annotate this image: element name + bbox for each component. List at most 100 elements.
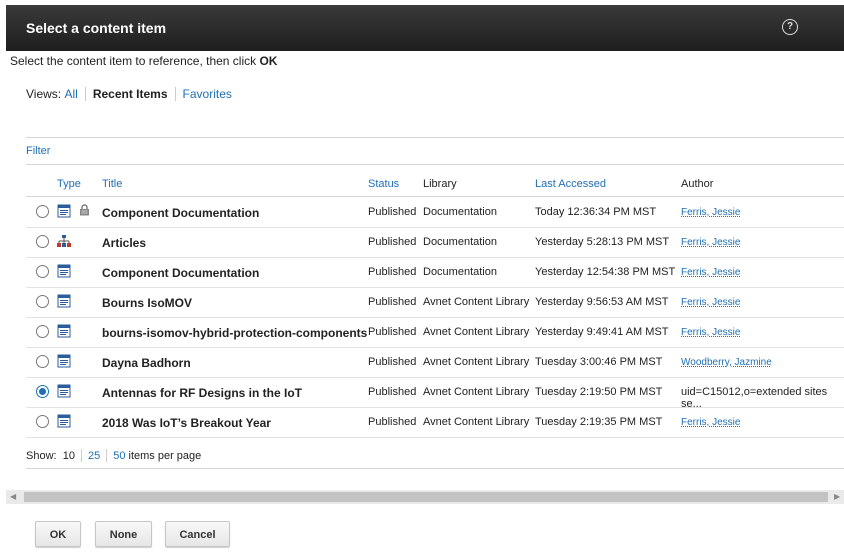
paging-option-25[interactable]: 25 bbox=[88, 450, 100, 462]
row-status: Published bbox=[368, 266, 417, 278]
row-library: Documentation bbox=[423, 266, 497, 278]
dialog-title: Select a content item bbox=[26, 20, 167, 36]
row-radio-button[interactable] bbox=[36, 385, 49, 398]
document-icon bbox=[57, 384, 71, 398]
table-row[interactable]: 2018 Was IoT’s Breakout Year Published Avn… bbox=[26, 407, 844, 438]
site-area-icon bbox=[57, 234, 71, 248]
row-status: Published bbox=[368, 296, 417, 308]
filter-link[interactable]: Filter bbox=[26, 145, 50, 157]
row-radio-button[interactable] bbox=[36, 205, 49, 218]
row-last-accessed: Tuesday 3:00:46 PM MST bbox=[535, 356, 663, 368]
row-last-accessed: Yesterday 5:28:13 PM MST bbox=[535, 236, 670, 248]
row-status: Published bbox=[368, 326, 417, 338]
row-radio-button[interactable] bbox=[36, 235, 49, 248]
none-button[interactable]: None bbox=[95, 521, 152, 547]
column-header-library: Library bbox=[423, 178, 457, 190]
paging-option-50[interactable]: 50 bbox=[113, 450, 125, 462]
view-all-link[interactable]: All bbox=[64, 87, 77, 101]
paging-suffix: items per page bbox=[128, 449, 202, 462]
paging-divider bbox=[80, 449, 82, 462]
column-header-author: Author bbox=[681, 178, 714, 190]
ok-button[interactable]: OK bbox=[35, 521, 81, 547]
row-library: Avnet Content Library bbox=[423, 416, 530, 428]
paging-bar: Show: 10 25 50 items per page bbox=[26, 449, 201, 462]
row-library: Avnet Content Library bbox=[423, 296, 530, 308]
horizontal-scrollbar[interactable]: ◀ ▶ bbox=[6, 490, 844, 504]
row-author-link[interactable]: Woodberry, Jazmine bbox=[681, 357, 772, 368]
row-author-link[interactable]: Ferris, Jessie bbox=[681, 327, 740, 338]
view-recent-items[interactable]: Recent Items bbox=[93, 87, 168, 101]
row-library: Documentation bbox=[423, 236, 497, 248]
row-status: Published bbox=[368, 416, 417, 428]
table-row[interactable]: Component Documentation Published Document… bbox=[26, 257, 844, 288]
document-icon bbox=[57, 354, 71, 368]
divider bbox=[26, 468, 844, 469]
document-icon bbox=[57, 204, 71, 218]
instructions: Select the content item to reference, th… bbox=[10, 54, 277, 68]
scrollbar-thumb[interactable] bbox=[24, 492, 828, 502]
row-author-link[interactable]: Ferris, Jessie bbox=[681, 417, 740, 428]
scroll-left-icon[interactable]: ◀ bbox=[10, 492, 16, 501]
row-status: Published bbox=[368, 356, 417, 368]
document-icon bbox=[57, 414, 71, 428]
document-icon bbox=[57, 324, 71, 338]
row-last-accessed: Yesterday 9:49:41 AM MST bbox=[535, 326, 669, 338]
row-library: Avnet Content Library bbox=[423, 326, 530, 338]
table-row[interactable]: bourns-isomov-hybrid-protection-componen… bbox=[26, 317, 844, 348]
row-status: Published bbox=[368, 386, 417, 398]
views-divider bbox=[174, 87, 176, 101]
views-bar: Views: All Recent Items Favorites bbox=[26, 87, 232, 101]
row-status: Published bbox=[368, 236, 417, 248]
column-header-status[interactable]: Status bbox=[368, 178, 399, 190]
row-title: bourns-isomov-hybrid-protection-componen… bbox=[102, 326, 368, 340]
row-title: Articles bbox=[102, 236, 147, 250]
view-favorites-link[interactable]: Favorites bbox=[183, 87, 232, 101]
row-status: Published bbox=[368, 206, 417, 218]
help-icon[interactable]: ? bbox=[782, 19, 798, 35]
row-last-accessed: Yesterday 9:56:53 AM MST bbox=[535, 296, 669, 308]
row-radio-button[interactable] bbox=[36, 325, 49, 338]
column-header-title[interactable]: Title bbox=[102, 178, 122, 190]
table-row[interactable]: Antennas for RF Designs in the IoT Publis… bbox=[26, 377, 844, 410]
row-title: 2018 Was IoT’s Breakout Year bbox=[102, 416, 271, 430]
row-last-accessed: Tuesday 2:19:50 PM MST bbox=[535, 386, 663, 398]
scroll-right-icon[interactable]: ▶ bbox=[834, 492, 840, 501]
row-title: Bourns IsoMOV bbox=[102, 296, 193, 310]
row-title: Dayna Badhorn bbox=[102, 356, 191, 370]
table-row[interactable]: Component Documentation Published Document… bbox=[26, 197, 844, 228]
row-title: Antennas for RF Designs in the IoT bbox=[102, 386, 303, 400]
row-radio-button[interactable] bbox=[36, 265, 49, 278]
row-last-accessed: Tuesday 2:19:35 PM MST bbox=[535, 416, 663, 428]
document-icon bbox=[57, 264, 71, 278]
table-row[interactable]: Articles Published Documentation Yesterday … bbox=[26, 227, 844, 258]
views-label: Views: bbox=[26, 87, 62, 101]
row-library: Avnet Content Library bbox=[423, 356, 530, 368]
row-author-link[interactable]: Ferris, Jessie bbox=[681, 237, 740, 248]
table-row[interactable]: Bourns IsoMOV Published Avnet Content Libr… bbox=[26, 287, 844, 318]
row-title: Component Documentation bbox=[102, 206, 260, 220]
row-author-link[interactable]: Ferris, Jessie bbox=[681, 297, 740, 308]
column-header-last-accessed[interactable]: Last Accessed bbox=[535, 178, 606, 190]
row-radio-button[interactable] bbox=[36, 355, 49, 368]
row-last-accessed: Yesterday 12:54:38 PM MST bbox=[535, 266, 676, 278]
row-last-accessed: Today 12:36:34 PM MST bbox=[535, 206, 657, 218]
document-icon bbox=[57, 294, 71, 308]
row-title: Component Documentation bbox=[102, 266, 260, 280]
column-header-type[interactable]: Type bbox=[57, 178, 81, 190]
divider bbox=[26, 137, 844, 138]
divider bbox=[26, 164, 844, 165]
dialog-title-bar: Select a content item ? bbox=[6, 5, 844, 51]
table-row[interactable]: Dayna Badhorn Published Avnet Content Libr… bbox=[26, 347, 844, 378]
row-radio-button[interactable] bbox=[36, 415, 49, 428]
row-library: Documentation bbox=[423, 206, 497, 218]
cancel-button[interactable]: Cancel bbox=[165, 521, 230, 547]
row-radio-button[interactable] bbox=[36, 295, 49, 308]
paging-option-10[interactable]: 10 bbox=[63, 450, 75, 462]
instructions-ok-word: OK bbox=[259, 54, 278, 68]
row-author-link[interactable]: Ferris, Jessie bbox=[681, 267, 740, 278]
row-author-link[interactable]: Ferris, Jessie bbox=[681, 207, 740, 218]
paging-divider bbox=[106, 449, 108, 462]
views-divider bbox=[84, 87, 86, 101]
paging-label: Show: bbox=[26, 449, 57, 462]
row-library: Avnet Content Library bbox=[423, 386, 530, 398]
